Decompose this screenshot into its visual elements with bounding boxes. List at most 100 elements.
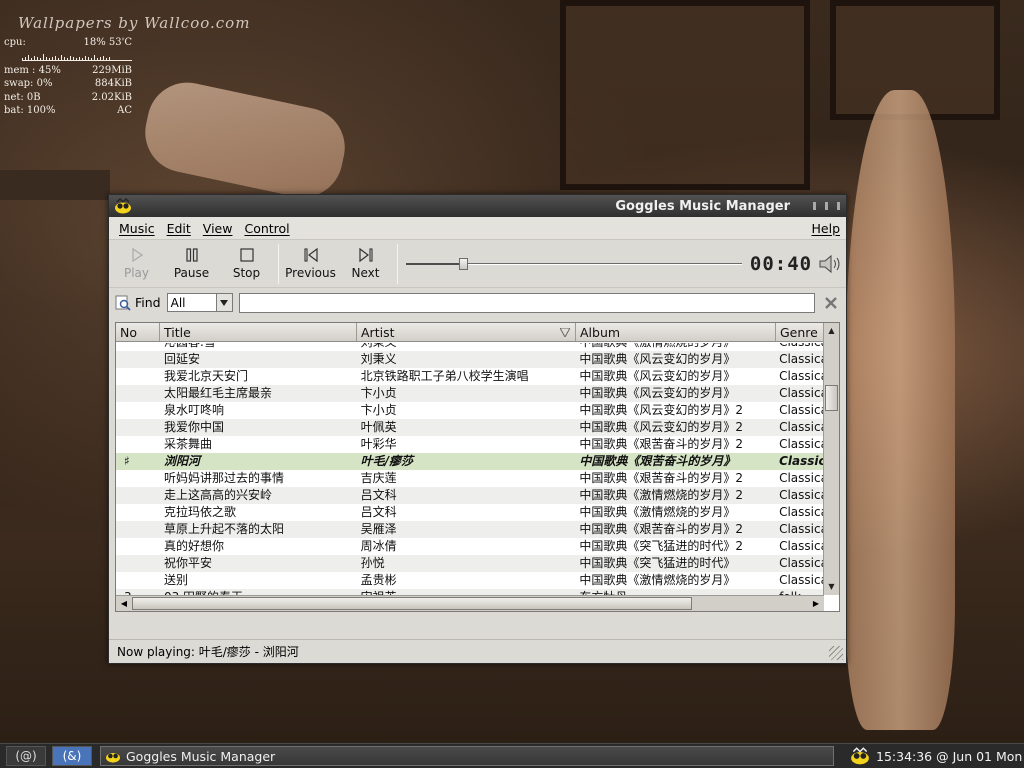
- track-genre: Classical: [779, 573, 824, 587]
- now-playing-text: Now playing: 叶毛/瘳莎 - 浏阳河: [117, 645, 299, 659]
- track-number: [116, 538, 160, 555]
- track-title: 听妈妈讲那过去的事情: [163, 471, 284, 485]
- table-row[interactable]: 回延安 刘秉义 中国歌典《风云变幻的岁月》 Classical: [116, 351, 824, 368]
- horizontal-scrollbar[interactable]: ◀ ▶: [116, 595, 824, 611]
- menu-edit[interactable]: Edit: [161, 221, 197, 236]
- track-number: [116, 555, 160, 572]
- column-header-album[interactable]: Album: [576, 323, 776, 341]
- scroll-left-icon[interactable]: ◀: [117, 597, 131, 610]
- horizontal-scroll-thumb[interactable]: [132, 597, 692, 610]
- table-row[interactable]: 祝你平安 孙悦 中国歌典《突飞猛进的时代》 Classical: [116, 555, 824, 572]
- search-input[interactable]: [238, 292, 815, 313]
- table-row[interactable]: 泉水叮咚响 卞小贞 中国歌典《风云变幻的岁月》2 Classical: [116, 402, 824, 419]
- scroll-down-icon[interactable]: ▼: [825, 580, 838, 594]
- music-manager-window: Goggles Music Manager Music Edit View Co…: [108, 194, 847, 664]
- seek-handle[interactable]: [459, 257, 469, 270]
- next-button[interactable]: Next: [338, 242, 393, 286]
- track-artist: 卞小贞: [360, 403, 397, 417]
- find-scope-select[interactable]: All: [166, 293, 233, 312]
- chevron-down-icon[interactable]: [215, 294, 232, 311]
- cpu-graph-bar: [40, 57, 41, 60]
- table-row-now-playing[interactable]: ♯ 浏阳河 叶毛/瘳莎 中国歌典《艰苦奋斗的岁月》 Classical: [116, 453, 824, 470]
- track-number: [116, 572, 160, 589]
- track-artist: 孟贵彬: [360, 573, 397, 587]
- track-title: 克拉玛依之歌: [163, 505, 236, 519]
- track-title: 草原上升起不落的太阳: [163, 522, 284, 536]
- title-bar[interactable]: Goggles Music Manager: [109, 195, 846, 217]
- menu-bar: Music Edit View Control Help: [109, 217, 846, 239]
- mem-value: 229MiB: [92, 64, 132, 76]
- stop-icon: [239, 248, 254, 262]
- goggles-tray-icon[interactable]: [850, 747, 870, 765]
- track-album: 中国歌典《突飞猛进的时代》: [579, 556, 736, 570]
- track-list-header: No Title Artist Album Genre: [116, 323, 839, 342]
- track-number: [116, 470, 160, 487]
- volume-icon[interactable]: [816, 252, 844, 276]
- system-monitor: cpu: 18% 53'C mem : 45% 229MiB swap: 0% …: [4, 36, 132, 118]
- table-row[interactable]: 沁园春.雪刘秉义中国歌典《激情燃烧的岁月》Classical: [116, 343, 824, 351]
- table-row[interactable]: 我爱北京天安门 北京铁路职工子弟八校学生演唱 中国歌典《风云变幻的岁月》 Classi…: [116, 368, 824, 385]
- stop-button[interactable]: Stop: [219, 242, 274, 286]
- table-row[interactable]: 我爱你中国 叶佩英 中国歌典《风云变幻的岁月》2 Classical: [116, 419, 824, 436]
- track-album: 中国歌典《艰苦奋斗的岁月》: [579, 454, 736, 468]
- cpu-graph-bar: [22, 57, 23, 60]
- clear-icon[interactable]: [823, 295, 839, 311]
- table-row[interactable]: 克拉玛依之歌 吕文科 中国歌典《激情燃烧的岁月》 Classical: [116, 504, 824, 521]
- table-row[interactable]: 采茶舞曲 叶彩华 中国歌典《艰苦奋斗的岁月》2 Classical: [116, 436, 824, 453]
- column-header-genre[interactable]: Genre: [776, 323, 825, 341]
- track-genre: Classical: [775, 343, 824, 351]
- cpu-graph-bar: [91, 57, 92, 60]
- wallpaper-table: [0, 170, 110, 200]
- track-album: 中国歌典《风云变幻的岁月》: [579, 369, 736, 383]
- column-header-artist[interactable]: Artist: [357, 323, 576, 341]
- vertical-scrollbar[interactable]: ▲ ▼: [823, 323, 839, 595]
- menu-view[interactable]: View: [197, 221, 239, 236]
- resize-grip[interactable]: [829, 646, 843, 660]
- table-row[interactable]: 真的好想你 周冰倩 中国歌典《突飞猛进的时代》2 Classical: [116, 538, 824, 555]
- workspace-1-button[interactable]: (@): [6, 746, 46, 766]
- column-header-artist-label: Artist: [361, 325, 395, 340]
- menu-help[interactable]: Help: [806, 221, 847, 236]
- minimize-button[interactable]: [813, 202, 816, 210]
- close-button[interactable]: [837, 202, 840, 210]
- track-genre: Classical: [779, 352, 824, 366]
- seek-slider[interactable]: [406, 257, 742, 271]
- net-row: net: 0B 2.02KiB: [4, 91, 132, 105]
- menu-music[interactable]: Music: [113, 221, 161, 236]
- menu-control[interactable]: Control: [238, 221, 295, 236]
- track-title: 沁园春.雪: [160, 343, 357, 351]
- mem-row: mem : 45% 229MiB: [4, 64, 132, 78]
- table-row[interactable]: 太阳最红毛主席最亲 卞小贞 中国歌典《风云变幻的岁月》 Classical: [116, 385, 824, 402]
- next-icon: [358, 247, 373, 263]
- track-artist: 周冰倩: [360, 539, 397, 553]
- workspace-2-button[interactable]: (&): [52, 746, 92, 766]
- table-row[interactable]: 草原上升起不落的太阳 吴雁泽 中国歌典《艰苦奋斗的岁月》2 Classical: [116, 521, 824, 538]
- cpu-graph-bar: [85, 55, 86, 60]
- scroll-right-icon[interactable]: ▶: [809, 597, 823, 610]
- taskbar-item-goggles[interactable]: Goggles Music Manager: [100, 746, 834, 766]
- pause-button[interactable]: Pause: [164, 242, 219, 286]
- maximize-button[interactable]: [825, 202, 828, 210]
- column-header-title[interactable]: Title: [160, 323, 357, 341]
- cpu-graph-bar: [46, 56, 47, 60]
- window-controls: [813, 202, 840, 210]
- previous-button[interactable]: Previous: [283, 242, 338, 286]
- cpu-label: cpu:: [4, 37, 26, 48]
- table-row[interactable]: 送别 孟贵彬 中国歌典《激情燃烧的岁月》 Classical: [116, 572, 824, 589]
- track-title: 回延安: [163, 352, 200, 366]
- column-header-no[interactable]: No: [116, 323, 160, 341]
- play-label: Play: [123, 266, 150, 280]
- track-genre: Classical: [779, 437, 824, 451]
- track-album: 中国歌典《激情燃烧的岁月》: [579, 573, 736, 587]
- cpu-graph-bar: [55, 55, 56, 60]
- table-row[interactable]: 听妈妈讲那过去的事情 吉庆莲 中国歌典《艰苦奋斗的岁月》2 Classical: [116, 470, 824, 487]
- play-button[interactable]: Play: [109, 242, 164, 286]
- cpu-graph-bar: [25, 56, 26, 60]
- find-scope-value: All: [170, 295, 186, 310]
- scroll-up-icon[interactable]: ▲: [825, 324, 838, 338]
- wallpaper-window-frame: [560, 0, 810, 190]
- vertical-scroll-thumb[interactable]: [825, 385, 838, 411]
- cpu-graph-bar: [79, 56, 80, 60]
- cpu-graph-bar: [109, 56, 110, 60]
- table-row[interactable]: 走上这高高的兴安岭 吕文科 中国歌典《激情燃烧的岁月》2 Classical: [116, 487, 824, 504]
